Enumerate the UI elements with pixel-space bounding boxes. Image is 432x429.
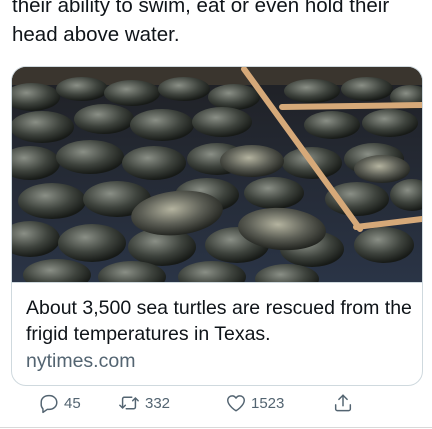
like-button[interactable]: 1523: [225, 392, 284, 414]
reply-button[interactable]: 45: [38, 392, 81, 414]
divider: [0, 427, 432, 428]
share-button[interactable]: [332, 392, 354, 414]
card-domain[interactable]: nytimes.com: [26, 350, 135, 373]
card-image[interactable]: [12, 67, 422, 282]
retweet-count: 332: [145, 394, 171, 412]
like-count: 1523: [251, 394, 285, 412]
link-card[interactable]: About 3,500 sea turtles are rescued from…: [11, 66, 423, 386]
reply-icon: [40, 394, 58, 414]
card-body[interactable]: About 3,500 sea turtles are rescued from…: [12, 282, 422, 385]
tweet-text: their ability to swim, eat or even hold …: [12, 0, 390, 46]
heart-icon: [227, 395, 245, 412]
retweet-icon: [119, 396, 139, 410]
share-icon: [334, 394, 352, 412]
tweet-actions: 45 332 1523: [0, 392, 432, 422]
reply-count: 45: [64, 394, 81, 412]
retweet-button[interactable]: 332: [117, 392, 170, 414]
card-title[interactable]: About 3,500 sea turtles are rescued from…: [26, 295, 416, 347]
